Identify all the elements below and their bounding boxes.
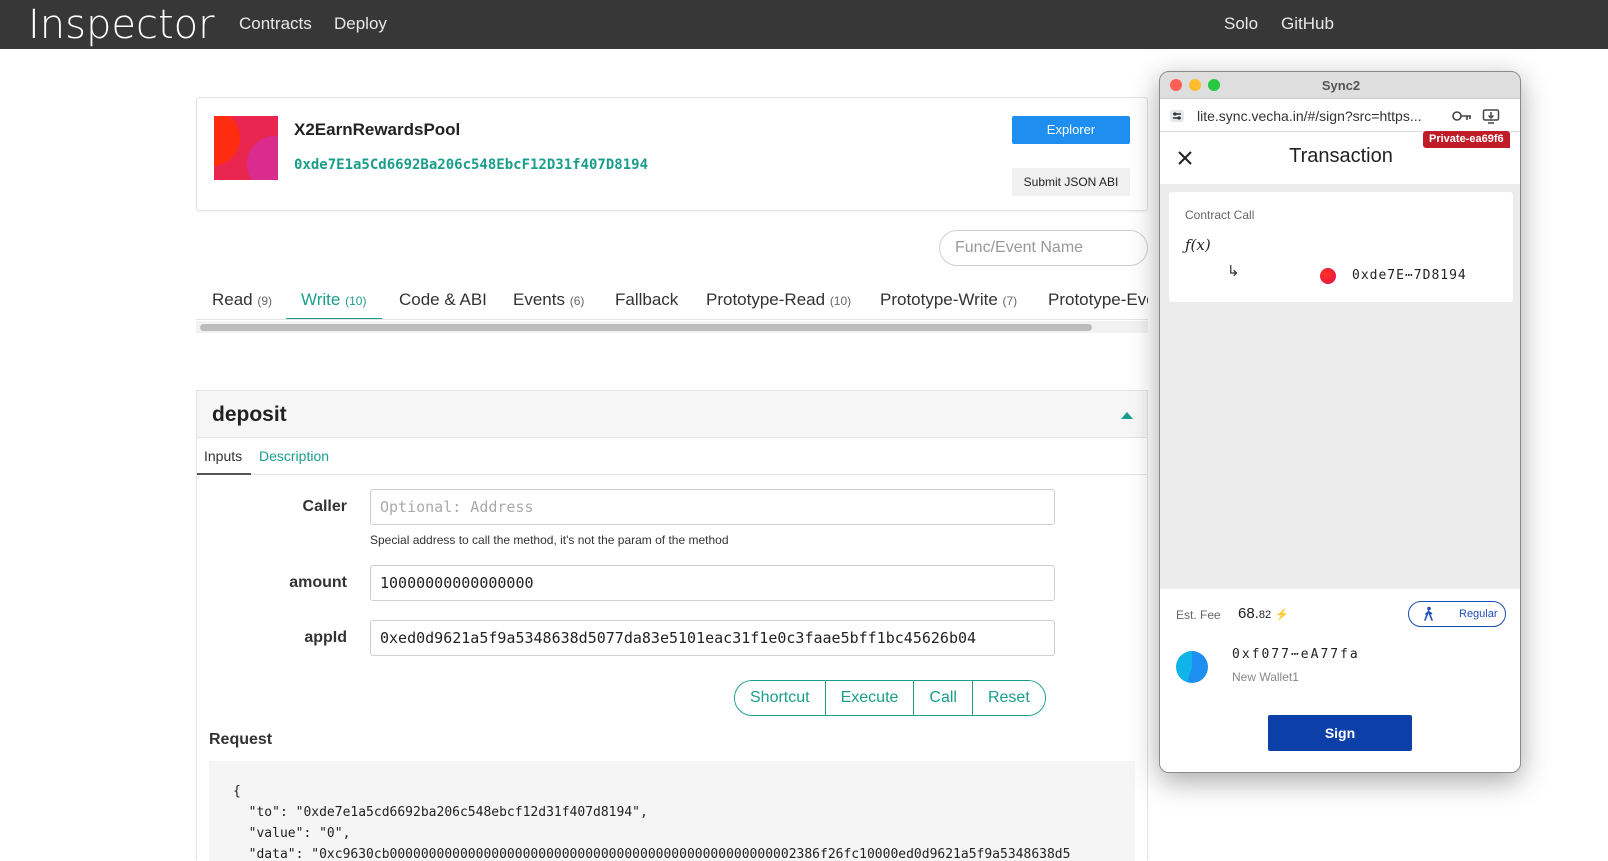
contract-avatar (214, 116, 278, 180)
wallet-address[interactable]: 0xf077⋯eA77fa (1232, 647, 1360, 662)
call-button[interactable]: Call (914, 681, 973, 715)
action-button-group: Shortcut Execute Call Reset (734, 680, 1046, 716)
scrollbar-thumb[interactable] (200, 324, 1092, 331)
active-subtab-indicator (197, 473, 251, 475)
tab-events[interactable]: Events (6) (513, 290, 584, 310)
tab-prototype-write[interactable]: Prototype-Write (7) (880, 290, 1017, 310)
request-line: "data": "0xc9630cb0000000000000000000000… (233, 847, 1071, 861)
transaction-title: Transaction (1289, 145, 1393, 167)
recipient-avatar (1320, 268, 1336, 284)
reset-button[interactable]: Reset (972, 681, 1045, 715)
site-settings-icon[interactable] (1169, 108, 1185, 124)
transaction-body: Contract Call ƒ(x) ↳ 0xde7E⋯7D8194 (1160, 184, 1520, 589)
wallet-avatar (1176, 651, 1208, 683)
sign-button[interactable]: Sign (1268, 715, 1412, 751)
recipient-address: 0xde7E⋯7D8194 (1352, 268, 1467, 283)
function-icon: ƒ(x) (1185, 236, 1211, 254)
sync2-url-bar[interactable]: lite.sync.vecha.in/#/sign?src=https... (1160, 99, 1520, 132)
execute-button[interactable]: Execute (825, 681, 915, 715)
est-fee-label: Est. Fee (1176, 608, 1221, 622)
tab-read[interactable]: Read (9) (212, 290, 272, 310)
contract-card: X2EarnRewardsPool 0xde7E1a5Cd6692Ba206c5… (196, 97, 1148, 211)
clause-card: Contract Call ƒ(x) ↳ 0xde7E⋯7D8194 (1169, 192, 1513, 302)
amount-input[interactable]: 10000000000000000 (370, 565, 1055, 601)
caller-hint: Special address to call the method, it's… (370, 533, 729, 547)
brand-logo[interactable]: Inspector (28, 2, 215, 48)
tab-prototype-events[interactable]: Prototype-Eve (1048, 290, 1148, 310)
key-icon[interactable] (1452, 109, 1472, 123)
tab-write[interactable]: Write (10) (301, 290, 366, 310)
nav-contracts[interactable]: Contracts (239, 14, 312, 34)
shortcut-button[interactable]: Shortcut (735, 681, 826, 715)
request-line: { (233, 784, 241, 799)
fee-priority-label: Regular (1459, 608, 1498, 620)
subtab-inputs[interactable]: Inputs (204, 448, 242, 464)
method-panel: deposit Inputs Description Caller Option… (196, 390, 1148, 861)
amount-label: amount (289, 574, 347, 591)
request-code-block: { "to": "0xde7e1a5cd6692ba206c548ebcf12d… (209, 761, 1135, 861)
return-arrow-icon: ↳ (1227, 263, 1240, 280)
nav-solo[interactable]: Solo (1224, 14, 1258, 34)
nav-github[interactable]: GitHub (1281, 14, 1334, 34)
wallet-name: New Wallet1 (1232, 670, 1299, 684)
top-navbar: Inspector Contracts Deploy Solo GitHub (0, 0, 1608, 49)
contract-name: X2EarnRewardsPool (294, 120, 461, 139)
tab-fallback[interactable]: Fallback (615, 290, 678, 310)
walking-person-icon (1424, 606, 1433, 621)
caller-input[interactable]: Optional: Address (370, 489, 1055, 525)
active-tab-indicator (286, 318, 382, 319)
contract-tabs: Read (9) Write (10) Code & ABI Events (6… (196, 282, 1148, 320)
request-line: "to": "0xde7e1a5cd6692ba206c548ebcf12d31… (233, 805, 648, 820)
private-network-badge: Private-ea69f6 (1423, 131, 1510, 148)
request-label: Request (209, 731, 273, 748)
func-event-search-input[interactable]: Func/Event Name (939, 230, 1148, 266)
sync2-titlebar[interactable]: Sync2 (1160, 72, 1520, 99)
install-app-icon[interactable] (1482, 107, 1500, 125)
clause-type-label: Contract Call (1185, 208, 1255, 222)
contract-address: 0xde7E1a5Cd6692Ba206c548EbcF12D31f407D81… (294, 157, 649, 173)
sync2-window-title: Sync2 (1321, 78, 1361, 93)
appid-input[interactable]: 0xed0d9621a5f9a5348638d5077da83e5101eac3… (370, 620, 1055, 656)
tab-code-abi[interactable]: Code & ABI (399, 290, 487, 310)
energy-bolt-icon: ⚡ (1275, 609, 1289, 621)
caller-label: Caller (302, 498, 347, 515)
tab-prototype-read[interactable]: Prototype-Read (10) (706, 290, 851, 310)
transaction-footer: Est. Fee 68.82 ⚡ Regular 0xf077⋯eA77fa N… (1160, 589, 1520, 772)
appid-label: appId (304, 629, 347, 646)
sync2-url-text[interactable]: lite.sync.vecha.in/#/sign?src=https... (1197, 108, 1422, 124)
tabs-scrollbar[interactable] (196, 321, 1148, 333)
submit-json-abi-button[interactable]: Submit JSON ABI (1012, 168, 1130, 196)
method-name: deposit (212, 403, 287, 426)
sync2-window: Sync2 lite.sync.vecha.in/#/sign?src=http… (1159, 71, 1521, 773)
est-fee-value: 68.82 ⚡ (1238, 605, 1289, 622)
fee-priority-button[interactable]: Regular (1408, 601, 1506, 627)
method-header[interactable]: deposit (197, 391, 1147, 438)
collapse-caret-icon[interactable] (1121, 412, 1133, 419)
explorer-button[interactable]: Explorer (1012, 116, 1130, 144)
nav-deploy[interactable]: Deploy (334, 14, 387, 34)
subtab-description[interactable]: Description (259, 448, 329, 464)
method-subtabs: Inputs Description (197, 438, 1147, 475)
request-line: "value": "0", (233, 826, 351, 841)
